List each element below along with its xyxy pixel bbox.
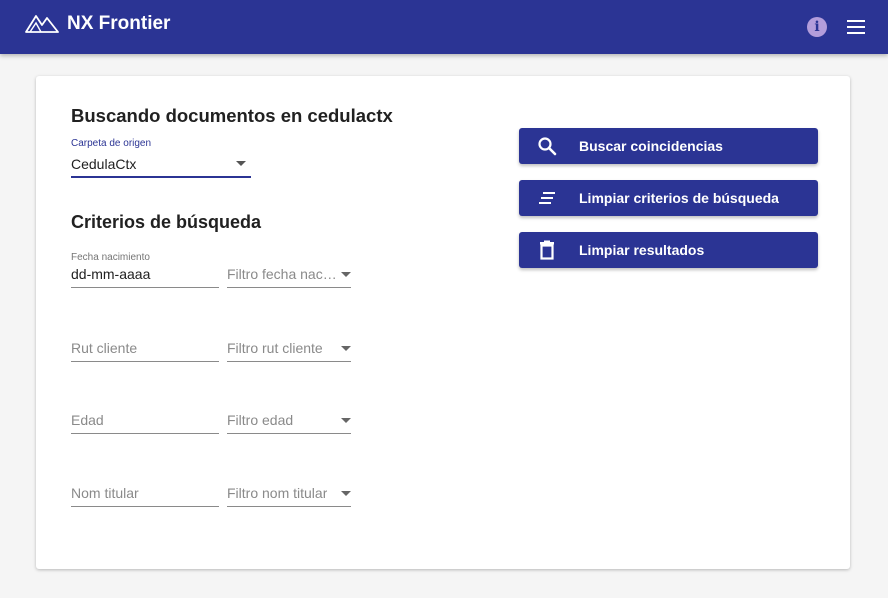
source-folder-label: Carpeta de origen (71, 138, 152, 149)
app-toolbar: NX Frontier i (0, 0, 888, 54)
criteria-title: Criterios de búsqueda (71, 212, 262, 232)
chevron-down-icon (341, 418, 351, 423)
chevron-down-icon (341, 346, 351, 351)
source-folder-value: CedulaCtx (71, 156, 137, 172)
clear-results-button[interactable]: Limpiar resultados (519, 232, 818, 268)
search-card: Buscando documentos en cedulactx Carpeta… (36, 76, 850, 569)
holder-name-filter-select[interactable]: Filtro nom titular (227, 471, 351, 507)
birthdate-value: dd-mm-aaaa (71, 266, 151, 282)
trash-icon (540, 240, 554, 260)
clear-criteria-button[interactable]: Limpiar criterios de búsqueda (519, 180, 818, 216)
rut-filter-select[interactable]: Filtro rut cliente (227, 326, 351, 362)
mountains-logo-icon (25, 15, 59, 33)
age-filter-select[interactable]: Filtro edad (227, 398, 351, 434)
holder-name-field[interactable]: Nom titular (71, 471, 219, 507)
app-title: NX Frontier (67, 13, 171, 34)
page-title: Buscando documentos en cedulactx (71, 105, 393, 126)
source-folder-select[interactable]: Carpeta de origen CedulaCtx (71, 136, 251, 178)
birthdate-filter-select[interactable]: Filtro fecha nacimiento (227, 252, 351, 288)
search-icon (538, 137, 557, 156)
rut-field[interactable]: Rut cliente (71, 326, 219, 362)
search-button-label: Buscar coincidencias (579, 138, 723, 154)
age-field[interactable]: Edad (71, 398, 219, 434)
rut-filter-placeholder: Filtro rut cliente (227, 340, 323, 356)
holder-name-filter-placeholder: Filtro nom titular (227, 485, 328, 501)
birthdate-field[interactable]: Fecha nacimiento dd-mm-aaaa (71, 252, 219, 288)
search-button[interactable]: Buscar coincidencias (519, 128, 818, 164)
clear-lines-icon (539, 192, 555, 204)
info-icon[interactable]: i (807, 17, 827, 37)
birthdate-label: Fecha nacimiento (71, 252, 150, 263)
rut-placeholder: Rut cliente (71, 340, 138, 356)
clear-results-label: Limpiar resultados (579, 242, 705, 258)
menu-icon[interactable] (845, 17, 867, 37)
chevron-down-icon (341, 272, 351, 277)
chevron-down-icon (236, 161, 246, 166)
clear-criteria-label: Limpiar criterios de búsqueda (579, 190, 779, 206)
age-placeholder: Edad (71, 412, 104, 428)
age-filter-placeholder: Filtro edad (227, 412, 294, 428)
birthdate-filter-placeholder: Filtro fecha nacimiento (227, 266, 337, 282)
holder-name-placeholder: Nom titular (71, 485, 139, 501)
chevron-down-icon (341, 491, 351, 496)
